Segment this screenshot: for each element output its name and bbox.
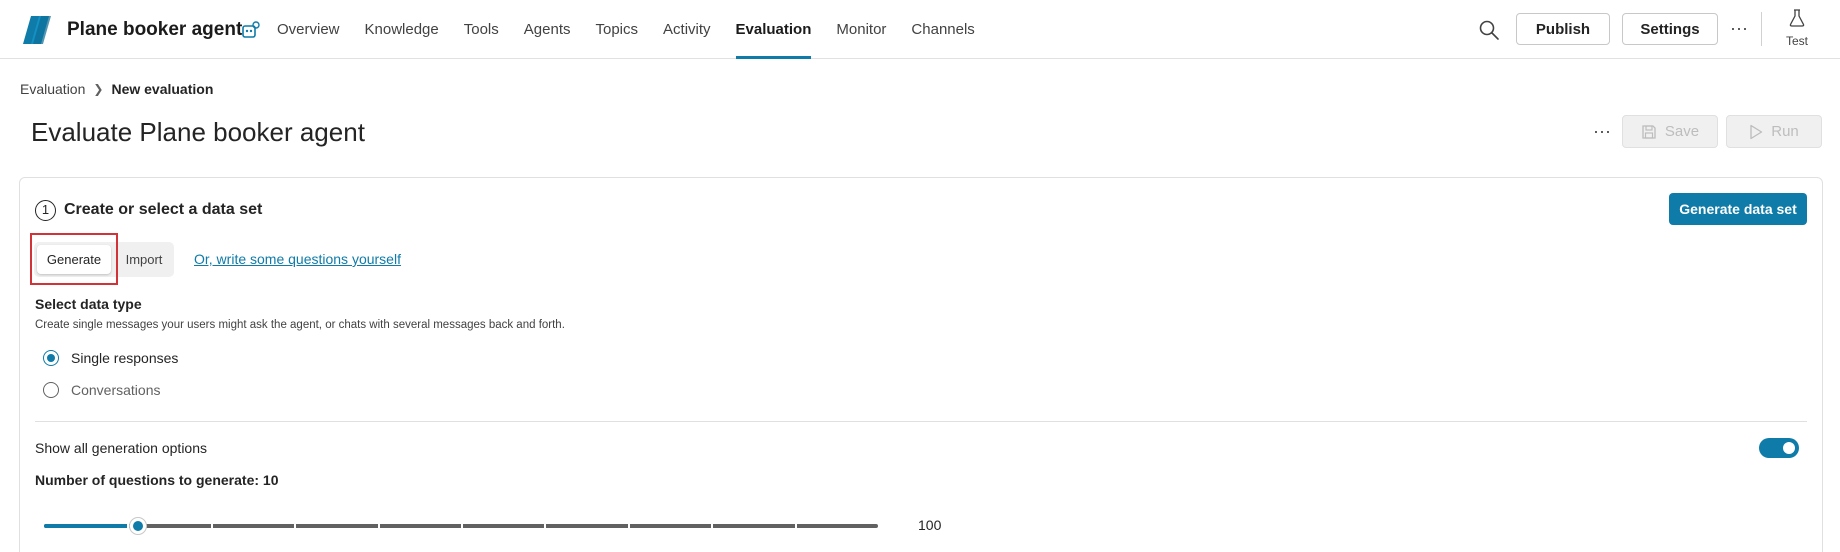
divider xyxy=(1761,12,1762,46)
publish-button[interactable]: Publish xyxy=(1516,13,1610,45)
radio-label: Single responses xyxy=(71,350,179,366)
test-label: Test xyxy=(1785,34,1808,48)
chevron-right-icon: ❯ xyxy=(93,82,104,96)
save-label: Save xyxy=(1664,123,1700,140)
tab-knowledge[interactable]: Knowledge xyxy=(365,0,439,59)
divider xyxy=(35,421,1807,422)
slider-max-label: 100 xyxy=(918,517,942,533)
radio-button[interactable] xyxy=(43,350,59,366)
play-icon xyxy=(1750,124,1763,139)
dataset-card: 1 Create or select a data set Generate d… xyxy=(19,177,1823,552)
data-type-description: Create single messages your users might … xyxy=(35,319,565,331)
breadcrumb-evaluation-link[interactable]: Evaluation xyxy=(20,81,85,97)
questions-count-label: Number of questions to generate: 10 xyxy=(35,472,279,488)
run-button[interactable]: Run xyxy=(1726,115,1822,148)
main-nav: Overview Knowledge Tools Agents Topics Activi… xyxy=(277,0,1000,59)
flask-icon xyxy=(1789,9,1805,27)
agent-name: Plane booker agent xyxy=(67,19,243,40)
data-type-label: Select data type xyxy=(35,296,142,312)
tab-evaluation[interactable]: Evaluation xyxy=(735,0,811,59)
write-questions-link[interactable]: Or, write some questions yourself xyxy=(194,251,401,267)
generate-data-set-button[interactable]: Generate data set xyxy=(1669,193,1807,225)
slider-fill xyxy=(44,524,139,528)
run-label: Run xyxy=(1771,123,1799,140)
radio-label: Conversations xyxy=(71,382,161,398)
step-title: Create or select a data set xyxy=(64,201,263,218)
settings-button[interactable]: Settings xyxy=(1622,13,1718,45)
top-bar: Plane booker agent Overview Knowledge Tool… xyxy=(0,0,1840,59)
radio-single-responses[interactable]: Single responses xyxy=(43,348,178,368)
breadcrumb: Evaluation ❯ New evaluation xyxy=(20,81,213,97)
slider-tick xyxy=(544,524,547,528)
page-title: Evaluate Plane booker agent xyxy=(31,117,365,147)
save-button[interactable]: Save xyxy=(1622,115,1718,148)
agent-settings-icon[interactable] xyxy=(241,20,261,40)
tab-agents[interactable]: Agents xyxy=(524,0,571,59)
step-number: 1 xyxy=(35,200,56,221)
slider-tick xyxy=(294,524,297,528)
tab-channels[interactable]: Channels xyxy=(911,0,974,59)
tab-monitor[interactable]: Monitor xyxy=(836,0,886,59)
save-icon xyxy=(1642,124,1656,139)
questions-slider[interactable] xyxy=(44,516,878,536)
radio-conversations[interactable]: Conversations xyxy=(43,380,161,400)
tab-topics[interactable]: Topics xyxy=(595,0,638,59)
slider-tick xyxy=(711,524,714,528)
slider-tick xyxy=(377,524,380,528)
slider-tick xyxy=(794,524,797,528)
tab-import[interactable]: Import xyxy=(120,245,168,274)
more-options-icon[interactable]: ··· xyxy=(1727,16,1751,40)
slider-tick xyxy=(627,524,630,528)
highlight-annotation xyxy=(30,233,118,285)
tab-tools[interactable]: Tools xyxy=(464,0,499,59)
slider-thumb[interactable] xyxy=(129,517,148,535)
show-options-toggle[interactable] xyxy=(1759,438,1799,458)
breadcrumb-current: New evaluation xyxy=(111,81,214,97)
test-button[interactable]: Test xyxy=(1775,9,1819,49)
slider-tick xyxy=(210,524,213,528)
copilot-studio-logo-icon xyxy=(23,16,51,44)
radio-button[interactable] xyxy=(43,382,59,398)
show-options-label: Show all generation options xyxy=(35,440,208,456)
tab-activity[interactable]: Activity xyxy=(663,0,711,59)
tab-overview[interactable]: Overview xyxy=(277,0,340,59)
slider-tick xyxy=(461,524,463,528)
search-icon[interactable] xyxy=(1478,19,1500,41)
page-more-options-icon[interactable]: ··· xyxy=(1590,122,1614,142)
